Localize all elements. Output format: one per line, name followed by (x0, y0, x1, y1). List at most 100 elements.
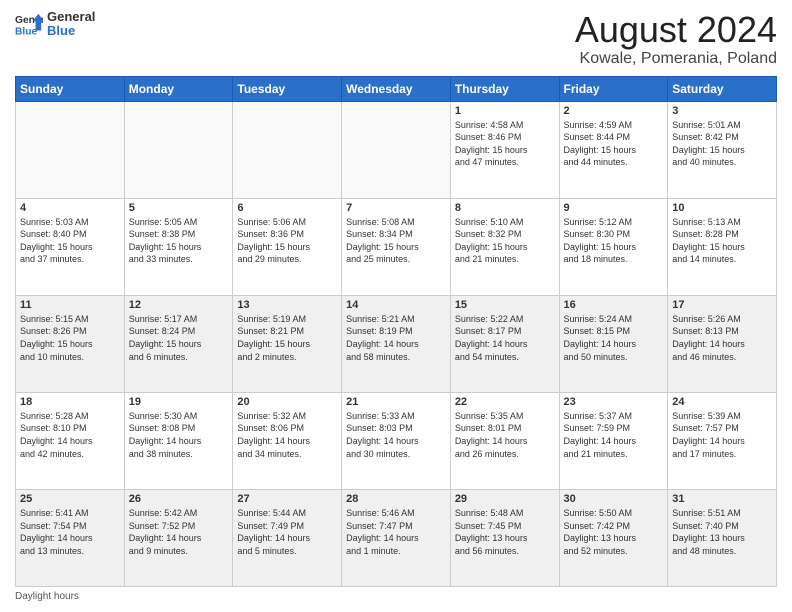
day-info: Sunrise: 5:51 AM Sunset: 7:40 PM Dayligh… (672, 507, 772, 557)
footer-daylight: Daylight hours (15, 591, 777, 602)
day-number: 2 (564, 105, 664, 117)
calendar-week-row: 25 Sunrise: 5:41 AM Sunset: 7:54 PM Dayli… (16, 489, 777, 586)
day-number: 15 (455, 299, 555, 311)
day-info: Sunrise: 5:50 AM Sunset: 7:42 PM Dayligh… (564, 507, 664, 557)
day-number: 12 (129, 299, 229, 311)
day-info: Sunrise: 5:37 AM Sunset: 7:59 PM Dayligh… (564, 410, 664, 460)
day-info: Sunrise: 5:41 AM Sunset: 7:54 PM Dayligh… (20, 507, 120, 557)
calendar-cell: 13 Sunrise: 5:19 AM Sunset: 8:21 PM Dayli… (233, 295, 342, 392)
calendar-cell: 19 Sunrise: 5:30 AM Sunset: 8:08 PM Dayli… (124, 392, 233, 489)
calendar-cell (124, 101, 233, 198)
day-info: Sunrise: 5:22 AM Sunset: 8:17 PM Dayligh… (455, 313, 555, 363)
calendar-cell: 20Sunrise: 5:32 AM Sunset: 8:06 PM Dayli… (233, 392, 342, 489)
calendar-cell: 18Sunrise: 5:28 AM Sunset: 8:10 PM Dayli… (16, 392, 125, 489)
day-number: 17 (672, 299, 772, 311)
day-info: Sunrise: 5:39 AM Sunset: 7:57 PM Dayligh… (672, 410, 772, 460)
weekday-header-tuesday: Tuesday (233, 76, 342, 101)
day-info: Sunrise: 5:15 AM Sunset: 8:26 PM Dayligh… (20, 313, 120, 363)
day-number: 4 (20, 202, 120, 214)
day-number: 7 (346, 202, 446, 214)
weekday-header-saturday: Saturday (668, 76, 777, 101)
calendar-cell: 22 Sunrise: 5:35 AM Sunset: 8:01 PM Dayli… (450, 392, 559, 489)
calendar-cell: 2 Sunrise: 4:59 AM Sunset: 8:44 PM Daylig… (559, 101, 668, 198)
day-info: Sunrise: 5:21 AM Sunset: 8:19 PM Dayligh… (346, 313, 446, 363)
calendar-cell: 8Sunrise: 5:10 AM Sunset: 8:32 PM Daylig… (450, 198, 559, 295)
day-number: 14 (346, 299, 446, 311)
day-number: 28 (346, 493, 446, 505)
month-title: August 2024 (575, 10, 777, 50)
day-info: Sunrise: 5:19 AM Sunset: 8:21 PM Dayligh… (237, 313, 337, 363)
day-number: 1 (455, 105, 555, 117)
calendar-cell: 11 Sunrise: 5:15 AM Sunset: 8:26 PM Dayli… (16, 295, 125, 392)
weekday-header-sunday: Sunday (16, 76, 125, 101)
header: General Blue General Blue August 2024 Ko… (15, 10, 777, 68)
calendar-cell: 30 Sunrise: 5:50 AM Sunset: 7:42 PM Dayli… (559, 489, 668, 586)
day-info: Sunrise: 5:12 AM Sunset: 8:30 PM Dayligh… (564, 216, 664, 266)
weekday-header-friday: Friday (559, 76, 668, 101)
title-block: August 2024 Kowale, Pomerania, Poland (575, 10, 777, 68)
day-number: 11 (20, 299, 120, 311)
calendar-cell: 24Sunrise: 5:39 AM Sunset: 7:57 PM Dayli… (668, 392, 777, 489)
logo-icon: General Blue (15, 10, 43, 38)
calendar-cell: 16Sunrise: 5:24 AM Sunset: 8:15 PM Dayli… (559, 295, 668, 392)
day-info: Sunrise: 4:59 AM Sunset: 8:44 PM Dayligh… (564, 119, 664, 169)
calendar-cell: 7 Sunrise: 5:08 AM Sunset: 8:34 PM Daylig… (342, 198, 451, 295)
calendar-cell (342, 101, 451, 198)
day-number: 6 (237, 202, 337, 214)
day-number: 10 (672, 202, 772, 214)
day-number: 5 (129, 202, 229, 214)
day-number: 27 (237, 493, 337, 505)
calendar-cell (233, 101, 342, 198)
calendar-table: SundayMondayTuesdayWednesdayThursdayFrid… (15, 76, 777, 587)
weekday-header-thursday: Thursday (450, 76, 559, 101)
day-number: 22 (455, 396, 555, 408)
day-number: 25 (20, 493, 120, 505)
calendar-cell: 29Sunrise: 5:48 AM Sunset: 7:45 PM Dayli… (450, 489, 559, 586)
calendar-week-row: 11 Sunrise: 5:15 AM Sunset: 8:26 PM Dayli… (16, 295, 777, 392)
day-number: 13 (237, 299, 337, 311)
day-info: Sunrise: 5:08 AM Sunset: 8:34 PM Dayligh… (346, 216, 446, 266)
day-info: Sunrise: 5:10 AM Sunset: 8:32 PM Dayligh… (455, 216, 555, 266)
calendar-cell: 5 Sunrise: 5:05 AM Sunset: 8:38 PM Daylig… (124, 198, 233, 295)
day-info: Sunrise: 5:30 AM Sunset: 8:08 PM Dayligh… (129, 410, 229, 460)
calendar-cell (16, 101, 125, 198)
logo: General Blue General Blue (15, 10, 95, 39)
day-number: 29 (455, 493, 555, 505)
day-info: Sunrise: 5:05 AM Sunset: 8:38 PM Dayligh… (129, 216, 229, 266)
day-info: Sunrise: 5:44 AM Sunset: 7:49 PM Dayligh… (237, 507, 337, 557)
day-info: Sunrise: 5:01 AM Sunset: 8:42 PM Dayligh… (672, 119, 772, 169)
calendar-cell: 27 Sunrise: 5:44 AM Sunset: 7:49 PM Dayli… (233, 489, 342, 586)
calendar-cell: 9 Sunrise: 5:12 AM Sunset: 8:30 PM Daylig… (559, 198, 668, 295)
day-number: 30 (564, 493, 664, 505)
calendar-cell: 31 Sunrise: 5:51 AM Sunset: 7:40 PM Dayli… (668, 489, 777, 586)
calendar-cell: 17 Sunrise: 5:26 AM Sunset: 8:13 PM Dayli… (668, 295, 777, 392)
calendar-week-row: 4Sunrise: 5:03 AM Sunset: 8:40 PM Daylig… (16, 198, 777, 295)
day-number: 23 (564, 396, 664, 408)
day-number: 9 (564, 202, 664, 214)
weekday-header-row: SundayMondayTuesdayWednesdayThursdayFrid… (16, 76, 777, 101)
day-number: 26 (129, 493, 229, 505)
day-info: Sunrise: 5:32 AM Sunset: 8:06 PM Dayligh… (237, 410, 337, 460)
day-info: Sunrise: 4:58 AM Sunset: 8:46 PM Dayligh… (455, 119, 555, 169)
calendar-cell: 10 Sunrise: 5:13 AM Sunset: 8:28 PM Dayli… (668, 198, 777, 295)
calendar-cell: 26Sunrise: 5:42 AM Sunset: 7:52 PM Dayli… (124, 489, 233, 586)
day-info: Sunrise: 5:17 AM Sunset: 8:24 PM Dayligh… (129, 313, 229, 363)
calendar-cell: 23 Sunrise: 5:37 AM Sunset: 7:59 PM Dayli… (559, 392, 668, 489)
logo-general-text: General (47, 10, 95, 24)
location-subtitle: Kowale, Pomerania, Poland (575, 50, 777, 68)
day-number: 31 (672, 493, 772, 505)
calendar-week-row: 1 Sunrise: 4:58 AM Sunset: 8:46 PM Daylig… (16, 101, 777, 198)
calendar-cell: 6Sunrise: 5:06 AM Sunset: 8:36 PM Daylig… (233, 198, 342, 295)
day-info: Sunrise: 5:26 AM Sunset: 8:13 PM Dayligh… (672, 313, 772, 363)
day-info: Sunrise: 5:33 AM Sunset: 8:03 PM Dayligh… (346, 410, 446, 460)
day-number: 3 (672, 105, 772, 117)
day-info: Sunrise: 5:46 AM Sunset: 7:47 PM Dayligh… (346, 507, 446, 557)
svg-text:Blue: Blue (15, 27, 38, 38)
logo-blue-text: Blue (47, 24, 95, 38)
day-number: 19 (129, 396, 229, 408)
day-info: Sunrise: 5:35 AM Sunset: 8:01 PM Dayligh… (455, 410, 555, 460)
day-info: Sunrise: 5:13 AM Sunset: 8:28 PM Dayligh… (672, 216, 772, 266)
weekday-header-monday: Monday (124, 76, 233, 101)
calendar-week-row: 18Sunrise: 5:28 AM Sunset: 8:10 PM Dayli… (16, 392, 777, 489)
day-number: 16 (564, 299, 664, 311)
